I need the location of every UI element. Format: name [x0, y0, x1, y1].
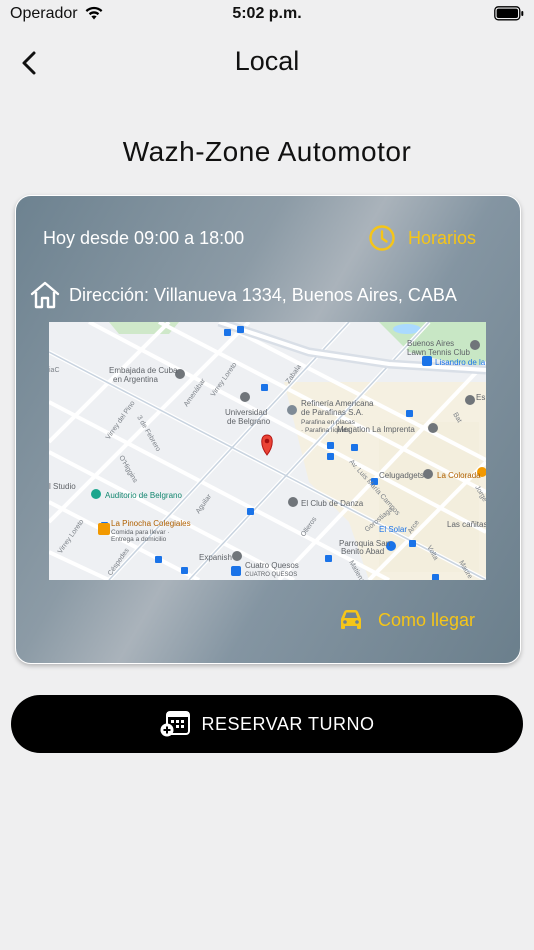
schedule-label: Horarios [408, 227, 477, 248]
nav-bar: Local [0, 40, 534, 86]
clock-time: 5:02 p.m. [232, 5, 302, 22]
clock-icon [369, 225, 395, 251]
map-label: Comida para llevar · [111, 529, 170, 536]
map-label: Megatlon La Imprenta [337, 425, 415, 434]
map-label: en Argentina [113, 375, 158, 384]
page-title: Local [234, 46, 300, 76]
address-text: Dirección: Villanueva 1334, Buenos Aires… [69, 284, 457, 305]
directions-label: Como llegar [378, 609, 476, 630]
business-name: Wazh-Zone Automotor [122, 136, 412, 167]
hours-text: Hoy desde 09:00 a 18:00 [43, 228, 245, 248]
map-label: Universidad [225, 408, 267, 417]
address-row: Dirección: Villanueva 1334, Buenos Aires… [29, 280, 457, 310]
map-label: Embajada de Cuba [109, 366, 178, 375]
map-label: Buenos Aires [407, 339, 454, 348]
map-label: l Studio [49, 482, 76, 491]
map-label: Cuatro Quesos [245, 561, 299, 570]
reserve-button-label: RESERVAR TURNO [201, 713, 375, 734]
map-label: La Pinocha Colegiales [111, 519, 191, 528]
map-label: CUATRO QUESOS [245, 572, 297, 578]
battery-icon [494, 6, 524, 21]
map-label: Expanish [199, 553, 232, 562]
map-label: Lawn Tennis Club [407, 348, 471, 357]
map-label: Celugadgets [379, 471, 424, 480]
map-label: Lisandro de la [435, 358, 486, 367]
status-bar: Operador 5:02 p.m. [0, 0, 534, 28]
calendar-add-icon [160, 711, 191, 737]
map-label: Las cañitas [447, 520, 486, 529]
directions-button[interactable]: Como llegar [338, 608, 475, 632]
schedule-button[interactable]: Horarios [368, 223, 476, 253]
map-label: Auditorio de Belgrano [105, 491, 182, 500]
map-label: Benito Abad [341, 547, 384, 556]
home-icon [30, 281, 60, 309]
map-label: Refinería Americana [301, 399, 374, 408]
map-label: Entrega a domicilio [111, 536, 167, 543]
car-icon [341, 610, 361, 629]
location-card: Hoy desde 09:00 a 18:00 Horarios Direcci… [15, 195, 521, 664]
map-street: iaC [49, 367, 60, 374]
map-label: El Club de Danza [301, 499, 364, 508]
map-label: de Belgrano [227, 417, 271, 426]
map-label: La Colorada [437, 471, 481, 480]
reserve-button[interactable]: RESERVAR TURNO [11, 695, 523, 753]
map-label: Es [476, 393, 485, 402]
map-label: El Solar [379, 525, 407, 534]
map-label: de Parafinas S.A. [301, 408, 363, 417]
map-view[interactable]: Buenos Aires Lawn Tennis Club Lisandro d… [49, 322, 486, 580]
